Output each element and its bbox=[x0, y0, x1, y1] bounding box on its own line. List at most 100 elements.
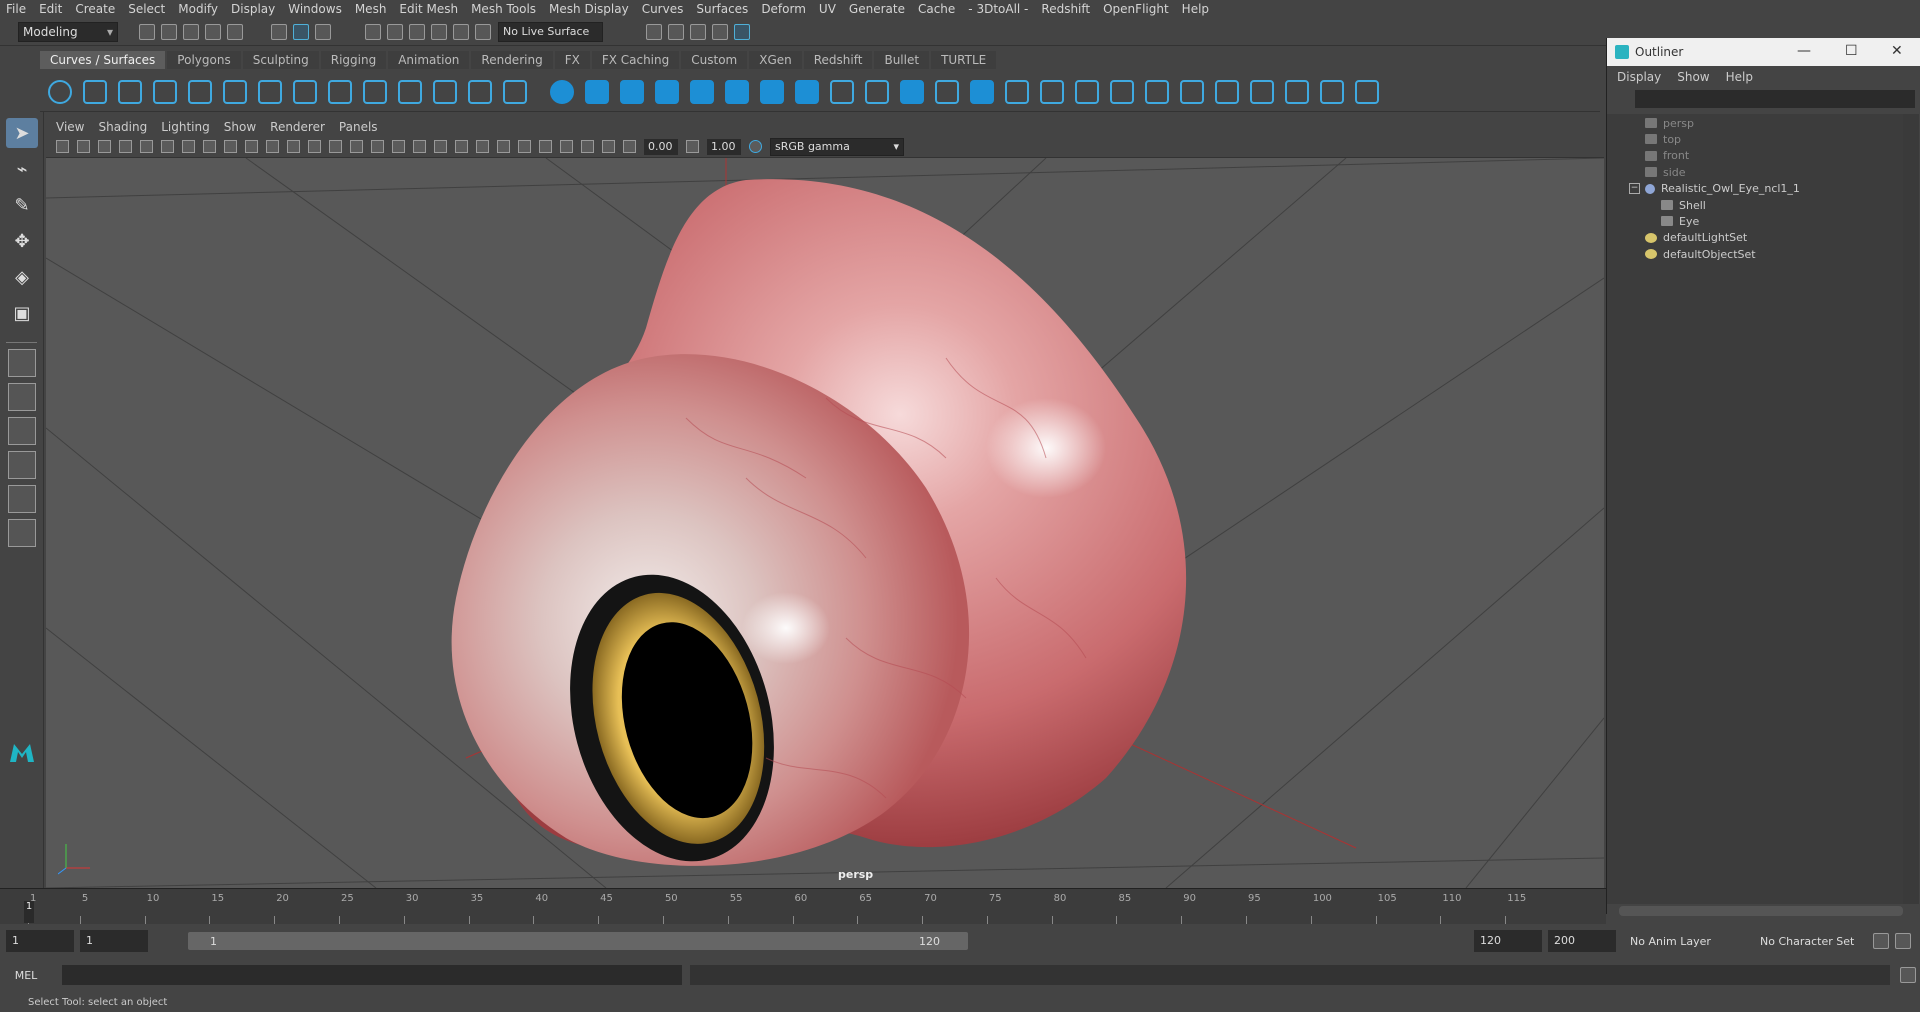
menu-openflight[interactable]: OpenFlight bbox=[1103, 2, 1169, 16]
wireframe-icon[interactable] bbox=[329, 140, 342, 153]
xray-components-icon[interactable] bbox=[602, 140, 615, 153]
outliner-search-input[interactable] bbox=[1635, 90, 1915, 108]
anti-aliasing-icon[interactable] bbox=[518, 140, 531, 153]
menu-select[interactable]: Select bbox=[128, 2, 165, 16]
textured-icon[interactable] bbox=[413, 140, 426, 153]
outliner-item[interactable]: defaultObjectSet bbox=[1645, 245, 1756, 263]
outliner-hscrollbar[interactable] bbox=[1619, 906, 1903, 916]
motion-blur-icon[interactable] bbox=[497, 140, 510, 153]
viewport-menu-renderer[interactable]: Renderer bbox=[270, 120, 325, 134]
menu-deform[interactable]: Deform bbox=[761, 2, 806, 16]
lasso-tool-icon[interactable]: ⌁ bbox=[6, 154, 38, 184]
outliner-menu-show[interactable]: Show bbox=[1677, 70, 1709, 84]
shelf-tab-custom[interactable]: Custom bbox=[681, 51, 748, 69]
persp-outliner-layout-icon[interactable] bbox=[8, 485, 36, 513]
move-tool-icon[interactable]: ✥ bbox=[6, 226, 38, 256]
detach-surface-icon[interactable] bbox=[1215, 79, 1239, 104]
command-input[interactable] bbox=[62, 965, 682, 985]
film-gate-icon[interactable] bbox=[203, 140, 216, 153]
outliner-item[interactable]: front bbox=[1645, 147, 1689, 165]
nurbs-sphere-icon[interactable] bbox=[550, 79, 574, 104]
smooth-shade-icon[interactable] bbox=[350, 140, 363, 153]
safe-title-icon[interactable] bbox=[308, 140, 321, 153]
shelf-tab-fx-caching[interactable]: FX Caching bbox=[591, 51, 680, 69]
view-transform-select[interactable]: sRGB gamma bbox=[770, 137, 904, 156]
redo-icon[interactable] bbox=[227, 23, 243, 40]
shelf-tab-animation[interactable]: Animation bbox=[388, 51, 470, 69]
mode-selector[interactable]: Modeling bbox=[18, 21, 118, 42]
isolate-select-icon[interactable] bbox=[560, 140, 573, 153]
outliner-item[interactable]: Eye bbox=[1661, 212, 1699, 230]
menu-redshift[interactable]: Redshift bbox=[1041, 2, 1090, 16]
menu-generate[interactable]: Generate bbox=[849, 2, 905, 16]
ep-curve-icon[interactable] bbox=[118, 79, 142, 104]
anim-preferences-icon[interactable] bbox=[1873, 933, 1889, 949]
playback-end-field[interactable]: 120 bbox=[1474, 930, 1542, 952]
select-tool-icon[interactable]: ➤ bbox=[6, 118, 38, 148]
current-frame-marker[interactable]: 1 bbox=[24, 901, 34, 923]
image-plane-icon[interactable] bbox=[119, 140, 132, 153]
nurbs-cone-icon[interactable] bbox=[655, 79, 679, 104]
exposure-field[interactable]: 0.00 bbox=[644, 138, 678, 155]
menu-windows[interactable]: Windows bbox=[288, 2, 342, 16]
close-icon[interactable]: ✕ bbox=[1891, 43, 1903, 59]
menu-curves[interactable]: Curves bbox=[642, 2, 684, 16]
gate-mask-icon[interactable] bbox=[245, 140, 258, 153]
select-component-icon[interactable] bbox=[315, 23, 331, 40]
shelf-tab-xgen[interactable]: XGen bbox=[749, 51, 802, 69]
collapse-icon[interactable]: − bbox=[1629, 182, 1640, 194]
untrim-icon[interactable] bbox=[1110, 79, 1134, 104]
fillet-curve-icon[interactable] bbox=[468, 79, 492, 104]
bevel-plus-icon[interactable] bbox=[935, 79, 959, 104]
outliner-item[interactable]: Shell bbox=[1661, 196, 1706, 214]
menu-mesh-display[interactable]: Mesh Display bbox=[549, 2, 629, 16]
side-by-side-layout-icon[interactable] bbox=[8, 417, 36, 445]
exposure-icon[interactable] bbox=[623, 140, 636, 153]
attach-curve-icon[interactable] bbox=[293, 79, 317, 104]
menu-create[interactable]: Create bbox=[75, 2, 115, 16]
offset-curve-icon[interactable] bbox=[398, 79, 422, 104]
outliner-scrollbar[interactable] bbox=[1903, 114, 1919, 904]
viewport-menu-show[interactable]: Show bbox=[224, 120, 256, 134]
select-hierarchy-icon[interactable] bbox=[271, 23, 287, 40]
menu-modify[interactable]: Modify bbox=[178, 2, 218, 16]
grid-toggle-icon[interactable] bbox=[182, 140, 195, 153]
playback-start-field[interactable]: 1 bbox=[80, 930, 148, 952]
minimize-icon[interactable]: — bbox=[1797, 43, 1811, 59]
nurbs-cylinder-icon[interactable] bbox=[620, 79, 644, 104]
shelf-tab-turtle[interactable]: TURTLE bbox=[931, 51, 997, 69]
auto-key-icon[interactable] bbox=[1895, 933, 1911, 949]
loft-icon[interactable] bbox=[795, 79, 819, 104]
gamma-icon[interactable] bbox=[686, 140, 699, 153]
extrude-icon[interactable] bbox=[865, 79, 889, 104]
project-curve-icon[interactable] bbox=[1040, 79, 1064, 104]
menu-3dtoall[interactable]: - 3DtoAll - bbox=[968, 2, 1028, 16]
shelf-tab-polygons[interactable]: Polygons bbox=[167, 51, 241, 69]
outliner-item[interactable]: side bbox=[1645, 163, 1686, 181]
menu-edit-mesh[interactable]: Edit Mesh bbox=[399, 2, 458, 16]
xray-icon[interactable] bbox=[392, 140, 405, 153]
undo-icon[interactable] bbox=[205, 23, 221, 40]
outliner-item[interactable]: Realistic_Owl_Eye_ncl1_1 bbox=[1645, 180, 1800, 198]
save-scene-icon[interactable] bbox=[183, 23, 199, 40]
rebuild-surface-icon[interactable] bbox=[1355, 79, 1379, 104]
live-surface-field[interactable]: No Live Surface bbox=[498, 21, 603, 42]
viewport-menu-lighting[interactable]: Lighting bbox=[161, 120, 210, 134]
nurbs-plane-icon[interactable] bbox=[690, 79, 714, 104]
pencil-curve-icon[interactable] bbox=[153, 79, 177, 104]
snap-surface-icon[interactable] bbox=[453, 23, 469, 40]
select-object-icon[interactable] bbox=[293, 23, 309, 40]
shelf-tab-bullet[interactable]: Bullet bbox=[874, 51, 930, 69]
safe-action-icon[interactable] bbox=[287, 140, 300, 153]
render-frame-icon[interactable] bbox=[668, 23, 684, 40]
open-close-icon[interactable] bbox=[1285, 79, 1309, 104]
gamma-field[interactable]: 1.00 bbox=[707, 138, 741, 155]
maximize-icon[interactable]: ☐ bbox=[1845, 43, 1858, 59]
anim-layer-select[interactable]: No Anim Layer bbox=[1630, 935, 1760, 948]
menu-mesh[interactable]: Mesh bbox=[355, 2, 387, 16]
insert-knot-icon[interactable] bbox=[503, 79, 527, 104]
snap-view-icon[interactable] bbox=[431, 23, 447, 40]
menu-cache[interactable]: Cache bbox=[918, 2, 955, 16]
four-view-layout-icon[interactable] bbox=[8, 383, 36, 411]
open-scene-icon[interactable] bbox=[161, 23, 177, 40]
